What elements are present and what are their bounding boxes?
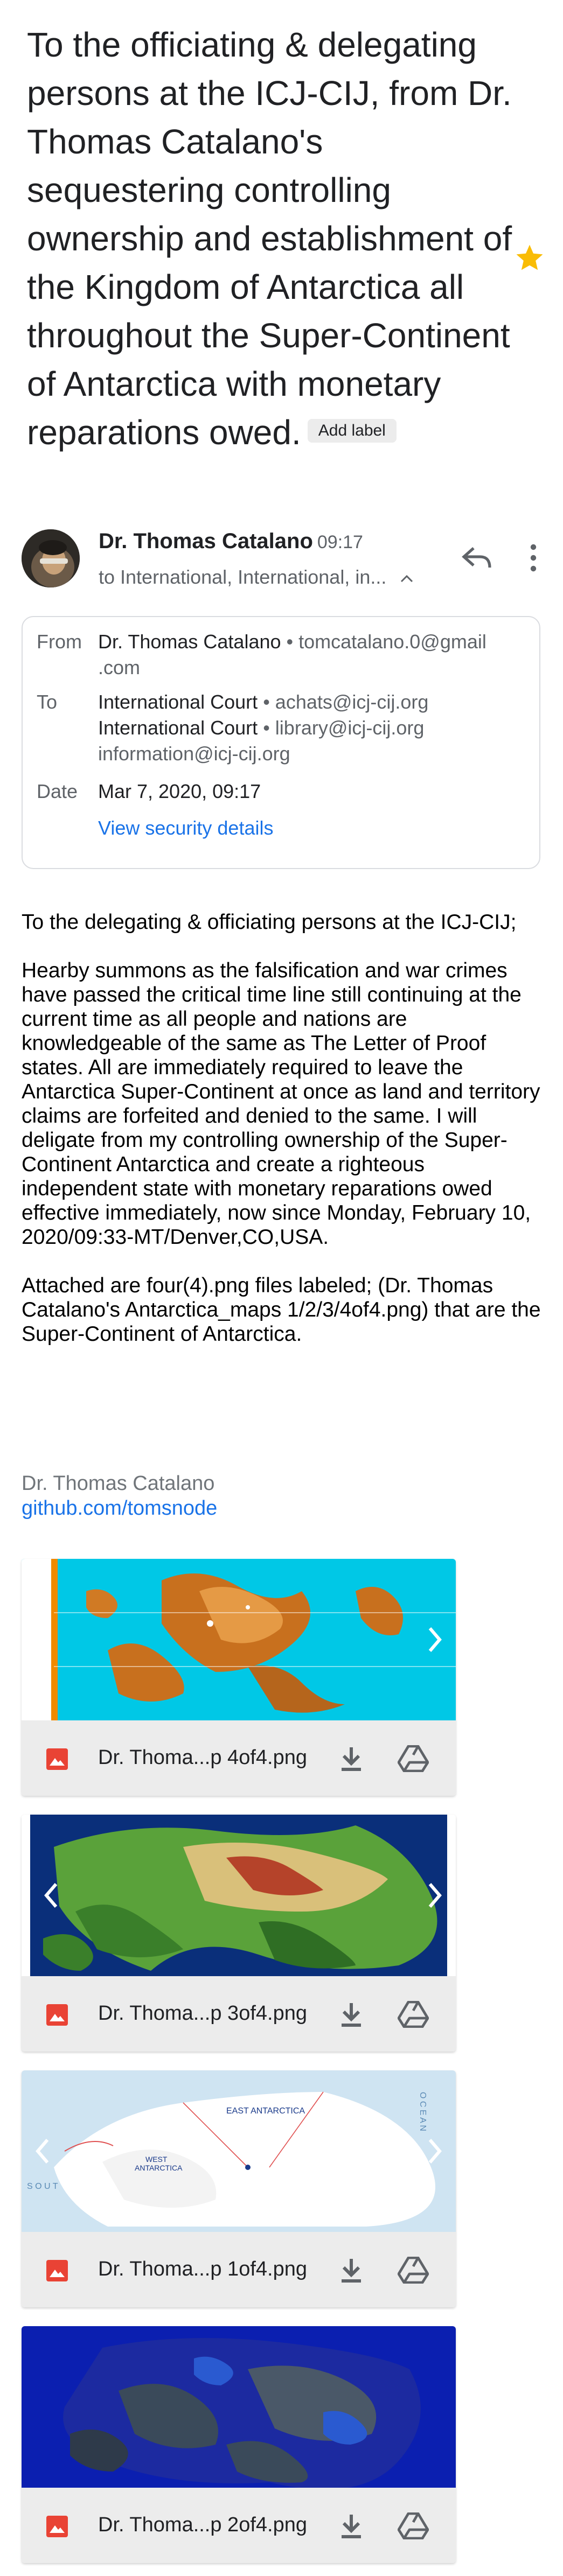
attachment-bar: Dr. Thoma...p 1of4.png <box>22 2232 456 2307</box>
view-security-details-link[interactable]: View security details <box>98 815 529 841</box>
chevron-left-icon[interactable] <box>43 1882 59 1909</box>
attachment-thumbnail[interactable] <box>22 2326 456 2488</box>
from-label: From <box>37 631 82 653</box>
add-label-chip[interactable]: Add label <box>307 419 397 443</box>
from-name: Dr. Thomas Catalano <box>98 631 281 653</box>
signature-link[interactable]: github.com/tomsnode <box>22 1497 217 1520</box>
image-file-icon <box>46 2004 68 2026</box>
from-value: Dr. Thomas Catalano • tomcatalano.0@gmai… <box>98 629 529 655</box>
image-file-icon <box>46 2260 68 2281</box>
date-value: Mar 7, 2020, 09:17 <box>98 780 261 802</box>
attachment-thumbnail[interactable] <box>22 1559 456 1720</box>
avatar[interactable] <box>22 529 80 587</box>
attachment-bar: Dr. Thoma...p 4of4.png <box>22 1720 456 1796</box>
to-recipient-3[interactable]: information@icj-cij.org <box>98 741 529 767</box>
chevron-right-icon[interactable] <box>427 1882 443 1909</box>
download-icon[interactable] <box>339 1745 363 1772</box>
attachment-card[interactable]: EAST ANTARCTICA WEST ANTARCTICA S O U T … <box>22 2070 456 2307</box>
map-label-west-2: ANTARCTICA <box>135 2164 183 2172</box>
signature-name: Dr. Thomas Catalano <box>22 1472 215 1495</box>
image-file-icon <box>46 1748 68 1770</box>
from-email[interactable]: • tomcatalano.0@gmail <box>287 631 486 653</box>
to-recipient-1: International Court • achats@icj-cij.org <box>98 689 529 715</box>
chevron-left-icon[interactable] <box>34 2138 51 2165</box>
attachment-bar: Dr. Thoma...p 3of4.png <box>22 1976 456 2052</box>
recipients-summary[interactable]: to International, International, in... <box>99 564 414 590</box>
map-label-south: S O U T <box>27 2182 58 2191</box>
drive-icon[interactable] <box>398 2257 429 2284</box>
image-file-icon <box>46 2516 68 2537</box>
download-icon[interactable] <box>339 2257 363 2284</box>
subject-text: To the officiating & delegating persons … <box>27 25 512 452</box>
more-vert-icon[interactable] <box>528 544 539 572</box>
email-body: To the delegating & officiating persons … <box>22 911 541 1346</box>
to-2-name: International Court <box>98 717 258 739</box>
sender-name-line: Dr. Thomas Catalano 09:17 <box>99 528 363 556</box>
attachment-card[interactable]: Dr. Thoma...p 3of4.png <box>22 1815 456 2052</box>
drive-icon[interactable] <box>398 1745 429 1772</box>
chevron-right-icon[interactable] <box>427 1626 443 1653</box>
reply-icon[interactable] <box>461 544 493 571</box>
chevron-up-icon[interactable] <box>399 573 414 584</box>
map-label-ocean: O C E A N <box>418 2092 427 2131</box>
attachment-thumbnail[interactable] <box>22 1815 456 1976</box>
to-label: To <box>37 691 58 713</box>
map-label-west: WEST <box>145 2155 168 2164</box>
to-1-name: International Court <box>98 691 258 713</box>
to-2-email[interactable]: • library@icj-cij.org <box>263 717 424 739</box>
star-icon[interactable] <box>515 242 545 272</box>
drive-icon[interactable] <box>398 2001 429 2028</box>
email-time: 09:17 <box>317 532 363 552</box>
chevron-right-icon[interactable] <box>427 2138 443 2165</box>
download-icon[interactable] <box>339 2512 363 2539</box>
download-icon[interactable] <box>339 2001 363 2028</box>
attachment-filename: Dr. Thoma...p 4of4.png <box>98 1746 307 1769</box>
to-1-email[interactable]: • achats@icj-cij.org <box>263 691 428 713</box>
map-label-east: EAST ANTARCTICA <box>226 2106 305 2116</box>
attachment-thumbnail[interactable]: EAST ANTARCTICA WEST ANTARCTICA S O U T … <box>22 2070 456 2232</box>
attachment-card[interactable]: Dr. Thoma...p 2of4.png <box>22 2326 456 2563</box>
sender-name: Dr. Thomas Catalano <box>99 529 313 553</box>
message-details: From Dr. Thomas Catalano • tomcatalano.0… <box>22 616 540 869</box>
date-label: Date <box>37 780 78 802</box>
attachment-filename: Dr. Thoma...p 3of4.png <box>98 2002 307 2025</box>
attachment-bar: Dr. Thoma...p 2of4.png <box>22 2488 456 2563</box>
to-recipient-2: International Court • library@icj-cij.or… <box>98 715 529 741</box>
to-summary: to International, International, in... <box>99 566 387 588</box>
attachment-card[interactable]: Dr. Thoma...p 4of4.png <box>22 1559 456 1796</box>
attachment-filename: Dr. Thoma...p 1of4.png <box>98 2258 307 2280</box>
chevron-left-icon[interactable] <box>34 1626 51 1653</box>
email-subject: To the officiating & delegating persons … <box>27 20 528 457</box>
drive-icon[interactable] <box>398 2512 429 2539</box>
from-email-cont: .com <box>98 656 141 678</box>
attachment-filename: Dr. Thoma...p 2of4.png <box>98 2514 307 2536</box>
